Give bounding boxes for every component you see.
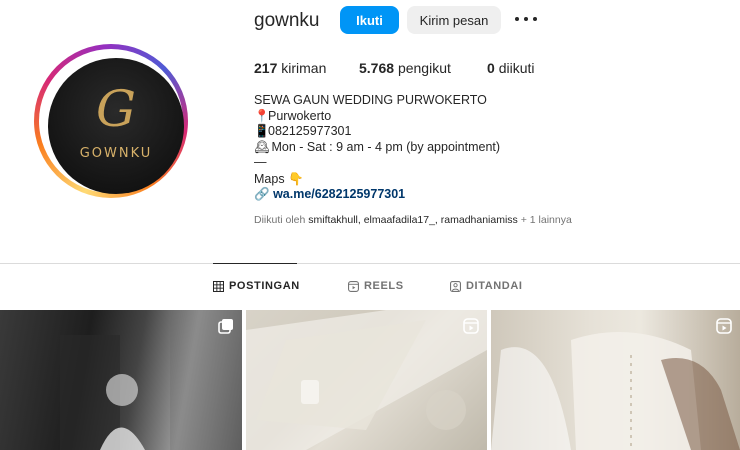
tab-reels[interactable]: REELS [348, 280, 404, 292]
followers-count[interactable]: 5.768 pengikut [359, 60, 451, 76]
reels-icon [348, 280, 359, 292]
tab-tagged[interactable]: DITANDAI [450, 280, 523, 292]
clock-icon: 🕰 [254, 140, 270, 154]
more-options-icon[interactable] [515, 8, 537, 30]
tabs-divider [0, 263, 740, 264]
follow-button[interactable]: Ikuti [340, 6, 399, 34]
post-image [60, 310, 242, 450]
post-image [246, 310, 487, 450]
bio-name: SEWA GAUN WEDDING PURWOKERTO [254, 93, 487, 107]
bio-maps: Maps 👇 [254, 172, 304, 186]
bio-hours: 🕰 Mon - Sat : 9 am - 4 pm (by appointmen… [254, 140, 501, 154]
tagged-icon [450, 280, 461, 292]
post-image [491, 332, 740, 450]
link-icon: 🔗 [254, 187, 270, 201]
followed-by[interactable]: Diikuti oleh smiftakhull, elmaafadila17_… [254, 214, 572, 226]
phone-icon: 📱 [254, 124, 270, 138]
carousel-icon [218, 319, 233, 334]
post-thumbnail[interactable] [491, 310, 740, 450]
bio-phone: 📱082125977301 [254, 124, 352, 138]
post-thumbnail[interactable] [0, 310, 242, 450]
username: gownku [254, 10, 320, 31]
avatar-monogram: G [96, 80, 136, 138]
reels-icon [716, 318, 732, 334]
posts-count: 217 kiriman [254, 60, 327, 76]
profile-header: G GOWNKU gownku Ikuti Kirim pesan 217 ki… [0, 0, 740, 262]
bio-location: 📍Purwokerto [254, 109, 332, 123]
avatar-brand-text: GOWNKU [79, 146, 153, 161]
pointing-down-icon: 👇 [288, 172, 304, 186]
avatar[interactable]: G GOWNKU [48, 58, 184, 194]
bio-link[interactable]: 🔗 wa.me/6282125977301 [254, 187, 405, 202]
reels-icon [463, 318, 479, 334]
grid-icon [213, 280, 224, 292]
pin-icon: 📍 [254, 109, 270, 123]
message-button[interactable]: Kirim pesan [407, 6, 501, 34]
following-count[interactable]: 0 diikuti [487, 60, 534, 76]
tab-posts[interactable]: POSTINGAN [213, 280, 300, 292]
bio-separator: — [254, 155, 267, 169]
active-tab-indicator [213, 263, 297, 264]
story-ring[interactable]: G GOWNKU [34, 44, 188, 198]
post-thumbnail[interactable] [246, 310, 487, 450]
